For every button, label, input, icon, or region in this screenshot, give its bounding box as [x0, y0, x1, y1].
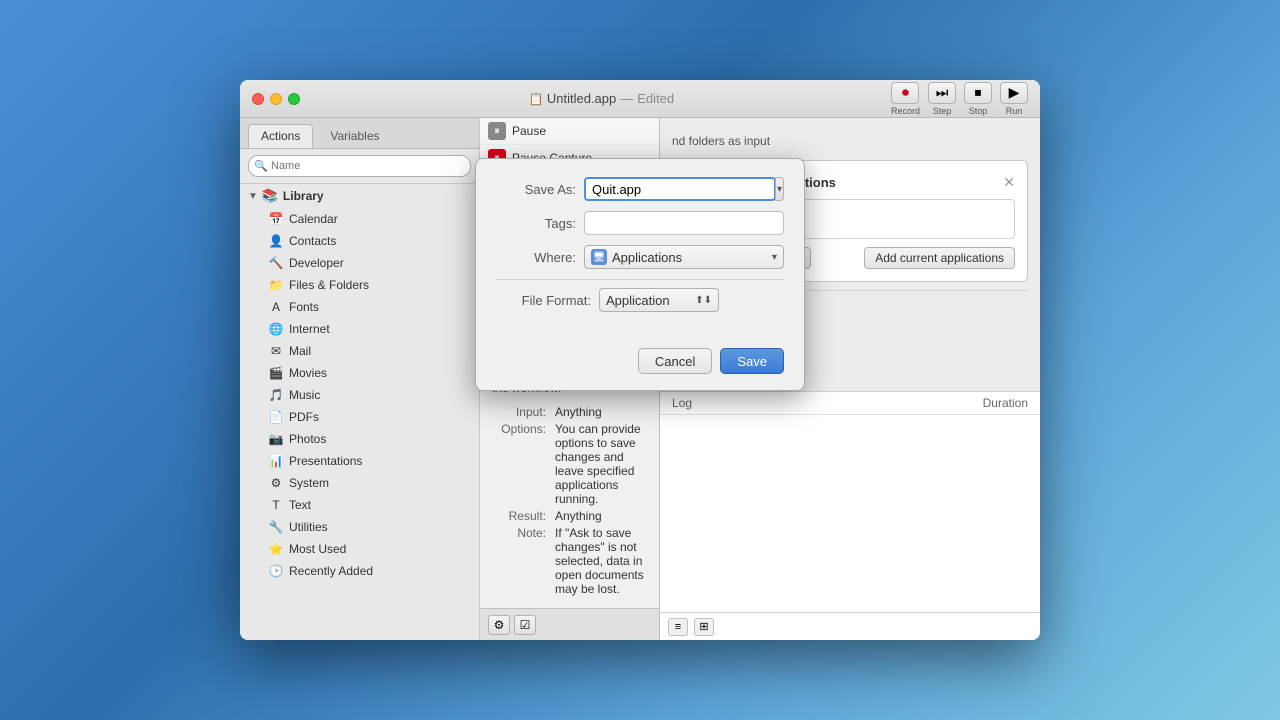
- format-row: File Format: Application ⬆⬇: [496, 288, 784, 312]
- dialog-divider: [496, 279, 784, 280]
- edited-label: —: [620, 91, 633, 106]
- where-row: Where: 🖥 Applications ▾: [496, 245, 784, 269]
- main-window: 📋 Untitled.app — Edited ⏺ Record ⏭ Step …: [240, 80, 1040, 640]
- window-title: Untitled.app: [547, 91, 616, 106]
- dialog-overlay: Save As: ▾ Tags: Where: 🖥 Applications ▾: [240, 118, 1040, 640]
- cancel-button[interactable]: Cancel: [638, 348, 712, 374]
- run-button[interactable]: ▶ Run: [1000, 82, 1028, 116]
- run-label: Run: [1006, 106, 1023, 116]
- save-as-input[interactable]: [584, 177, 776, 201]
- where-chevron-icon: ▾: [772, 252, 777, 263]
- format-select[interactable]: Application ⬆⬇: [599, 288, 719, 312]
- step-icon: ⏭: [928, 82, 956, 104]
- stop-button[interactable]: ⏹ Stop: [964, 82, 992, 116]
- close-button[interactable]: [252, 93, 264, 105]
- record-icon: ⏺: [891, 82, 919, 104]
- tags-label: Tags:: [496, 216, 576, 231]
- minimize-button[interactable]: [270, 93, 282, 105]
- record-button[interactable]: ⏺ Record: [891, 82, 920, 116]
- format-label: File Format:: [496, 293, 591, 308]
- save-as-row: Save As: ▾: [496, 177, 784, 201]
- format-value: Application: [606, 293, 670, 308]
- save-as-label: Save As:: [496, 182, 576, 197]
- where-label: Where:: [496, 250, 576, 265]
- dialog-buttons: Cancel Save: [476, 340, 804, 390]
- dialog-content: Save As: ▾ Tags: Where: 🖥 Applications ▾: [476, 159, 804, 340]
- tags-input[interactable]: [584, 211, 784, 235]
- save-button[interactable]: Save: [720, 348, 784, 374]
- title-bar-center: 📋 Untitled.app — Edited: [312, 91, 891, 106]
- save-as-chevron[interactable]: ▾: [775, 177, 784, 201]
- where-text: Applications: [612, 250, 772, 265]
- where-icon: 🖥: [591, 249, 607, 265]
- title-bar: 📋 Untitled.app — Edited ⏺ Record ⏭ Step …: [240, 80, 1040, 118]
- stop-label: Stop: [969, 106, 988, 116]
- edited-text: Edited: [637, 91, 674, 106]
- app-icon: 📋: [529, 92, 543, 106]
- step-button[interactable]: ⏭ Step: [928, 82, 956, 116]
- run-icon: ▶: [1000, 82, 1028, 104]
- stop-icon: ⏹: [964, 82, 992, 104]
- save-dialog: Save As: ▾ Tags: Where: 🖥 Applications ▾: [475, 158, 805, 391]
- tags-row: Tags:: [496, 211, 784, 235]
- format-arrow-icon: ⬆⬇: [695, 295, 712, 306]
- fullscreen-button[interactable]: [288, 93, 300, 105]
- toolbar-right: ⏺ Record ⏭ Step ⏹ Stop ▶ Run: [891, 82, 1028, 116]
- record-label: Record: [891, 106, 920, 116]
- step-label: Step: [933, 106, 952, 116]
- where-select[interactable]: 🖥 Applications ▾: [584, 245, 784, 269]
- traffic-lights: [252, 93, 300, 105]
